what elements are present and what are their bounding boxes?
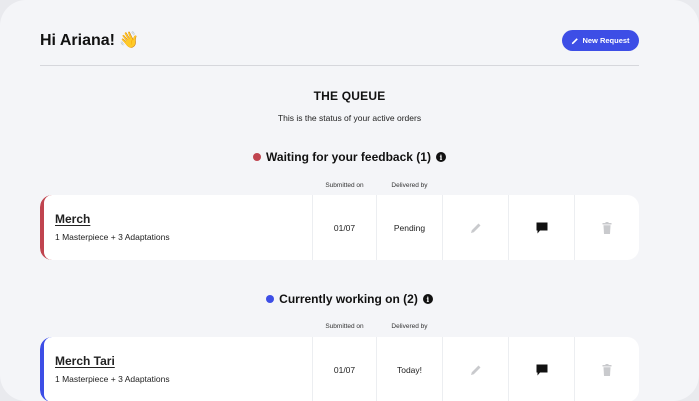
delete-button[interactable] xyxy=(574,337,639,401)
edit-button[interactable] xyxy=(442,195,508,260)
order-name-link[interactable]: Merch xyxy=(55,212,90,226)
comment-icon xyxy=(536,364,547,375)
column-header-submitted: Submitted on xyxy=(325,182,364,189)
comment-button[interactable] xyxy=(508,337,574,401)
delete-button[interactable] xyxy=(574,195,639,260)
new-request-label: New Request xyxy=(582,36,630,45)
trash-icon xyxy=(602,363,612,376)
order-description: 1 Masterpiece + 3 Adaptations xyxy=(55,232,170,242)
trash-icon xyxy=(602,221,612,234)
order-name-link[interactable]: Merch Tari xyxy=(55,354,115,368)
status-dot xyxy=(266,295,275,303)
order-description: 1 Masterpiece + 3 Adaptations xyxy=(55,374,170,384)
delivered-by-cell: Pending xyxy=(376,195,442,260)
column-header-delivered: Delivered by xyxy=(391,323,428,330)
column-header-delivered: Delivered by xyxy=(391,182,428,189)
edit-button[interactable] xyxy=(442,337,508,401)
greeting-title: Hi Ariana! 👋 xyxy=(40,32,140,49)
delivered-by-cell: Today! xyxy=(376,337,442,401)
new-request-button[interactable]: New Request xyxy=(562,30,639,51)
queue-title: THE QUEUE xyxy=(313,89,386,103)
section-heading-feedback: Waiting for your feedback (1) i xyxy=(0,150,699,164)
info-icon[interactable]: i xyxy=(422,294,433,304)
status-dot xyxy=(253,153,262,161)
section-heading-working: Currently working on (2) i xyxy=(0,292,699,306)
comment-icon xyxy=(536,222,547,233)
header-divider xyxy=(40,65,639,66)
info-icon[interactable]: i xyxy=(435,152,446,162)
pencil-icon xyxy=(572,37,579,44)
pencil-icon xyxy=(470,365,480,375)
order-card[interactable]: Merch Tari 1 Masterpiece + 3 Adaptations… xyxy=(40,337,639,401)
column-header-submitted: Submitted on xyxy=(325,323,364,330)
submitted-on-cell: 01/07 xyxy=(312,337,376,401)
queue-subtitle: This is the status of your active orders xyxy=(277,113,422,123)
comment-button[interactable] xyxy=(508,195,574,260)
section-title: Waiting for your feedback (1) xyxy=(266,150,431,164)
pencil-icon xyxy=(470,223,480,233)
app-window: Hi Ariana! 👋 New Request THE QUEUE This … xyxy=(0,0,699,401)
order-card[interactable]: Merch 1 Masterpiece + 3 Adaptations 01/0… xyxy=(40,195,639,260)
submitted-on-cell: 01/07 xyxy=(312,195,376,260)
section-title: Currently working on (2) xyxy=(279,292,418,306)
